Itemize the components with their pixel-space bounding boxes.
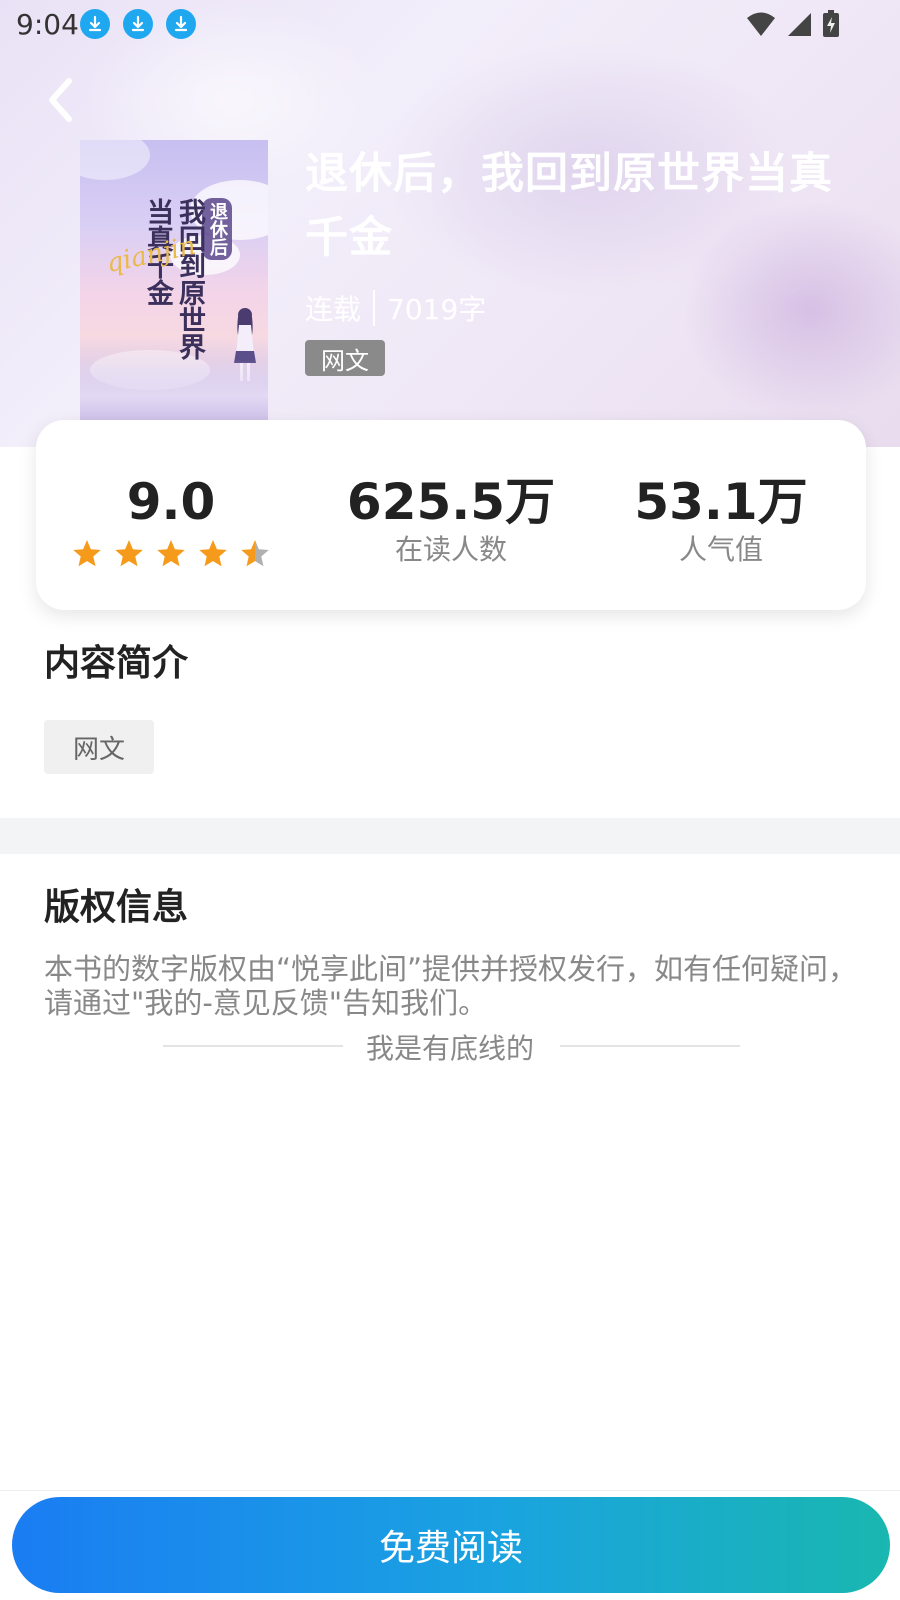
star-full-icon <box>73 540 101 567</box>
book-meta: 连载 7019字 <box>305 288 486 328</box>
chevron-left-icon <box>49 78 72 122</box>
battery-charging-icon <box>823 10 839 37</box>
footer-separator <box>0 1490 900 1491</box>
word-count: 7019字 <box>387 293 487 326</box>
copyright-text: 本书的数字版权由“悦享此间”提供并授权发行，如有任何疑问，请通过"我的-意见反馈… <box>44 952 858 1020</box>
download-notification-icon <box>80 9 110 39</box>
download-notification-icon <box>166 9 196 39</box>
readers-stat: 625.5万 在读人数 <box>346 472 556 568</box>
status-time: 9:04 <box>16 8 79 41</box>
rating-value: 9.0 <box>126 473 216 531</box>
section-divider <box>0 818 900 854</box>
meta-divider <box>373 290 376 326</box>
end-divider-right <box>560 1045 740 1047</box>
back-button[interactable] <box>40 74 80 126</box>
readers-value: 625.5万 <box>346 473 556 531</box>
book-title: 退休后，我回到原世界当真千金 <box>305 149 833 263</box>
star-full-icon <box>157 540 185 567</box>
copyright-section-title: 版权信息 <box>44 887 189 928</box>
free-read-button[interactable]: 免费阅读 <box>12 1497 890 1593</box>
wifi-icon <box>747 12 775 36</box>
end-divider-left <box>163 1045 343 1047</box>
star-full-icon <box>115 540 143 567</box>
serial-status: 连载 <box>305 293 362 326</box>
popularity-stat: 53.1万 人气值 <box>616 472 826 568</box>
intro-tag[interactable]: 网文 <box>44 720 154 774</box>
genre-badge: 网文 <box>305 340 385 376</box>
rating-stat: 9.0 <box>66 472 276 570</box>
rating-stars <box>66 538 276 570</box>
popularity-value: 53.1万 <box>634 473 808 531</box>
stats-card: 9.0 625.5万 在读人数 53.1万 人气值 <box>36 420 866 610</box>
popularity-label: 人气值 <box>678 533 763 566</box>
end-of-content-text: 我是有底线的 <box>365 1032 534 1065</box>
book-cover[interactable]: 退休后 我回到原世界 当真千金 qianjin <box>80 140 268 420</box>
cellular-signal-icon <box>788 13 811 36</box>
status-bar: 9:04 <box>0 0 900 48</box>
readers-label: 在读人数 <box>394 533 507 566</box>
star-full-icon <box>199 540 227 567</box>
download-notification-icon <box>123 9 153 39</box>
star-half-icon <box>241 540 269 567</box>
intro-section-title: 内容简介 <box>44 643 189 684</box>
